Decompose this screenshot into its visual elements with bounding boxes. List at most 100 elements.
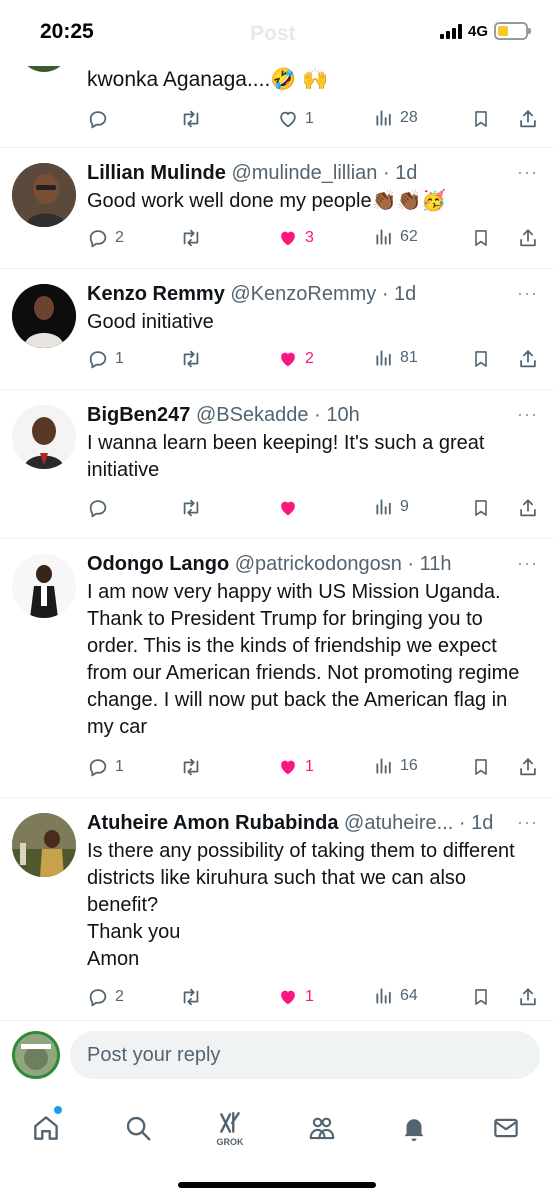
like-button[interactable] [277,497,305,519]
share-button[interactable] [517,108,539,130]
author-name[interactable]: Kenzo Remmy [87,283,225,305]
nav-notifications[interactable] [392,1106,436,1150]
reply-count: 2 [115,988,124,1005]
reply-button[interactable]: 2 [87,227,124,249]
views-count: 9 [400,498,409,515]
like-count: 3 [305,229,314,246]
bookmark-button[interactable] [471,756,491,778]
tweet[interactable]: ··· Odongo Lango @patrickodongosn · 11h … [0,539,554,798]
nav-search[interactable] [116,1106,160,1150]
bookmark-button[interactable] [471,227,491,249]
views-button[interactable]: 28 [374,108,418,128]
author-name[interactable]: BigBen247 [87,404,190,426]
reply-button[interactable] [87,108,109,130]
avatar[interactable] [12,163,76,227]
reply-count: 1 [115,350,124,367]
avatar[interactable] [12,284,76,348]
status-bar: 20:25 Post 4G [0,0,554,66]
search-icon [126,1116,151,1141]
bookmark-button[interactable] [471,108,491,130]
author-name[interactable]: Atuheire Amon Rubabinda [87,812,338,834]
retweet-button[interactable] [179,497,203,519]
like-button[interactable]: 1 [277,986,314,1008]
tweet-time: · 1d [458,812,494,834]
heart-icon [280,111,296,128]
bookmark-icon [475,111,487,127]
home-icon [34,1116,58,1140]
reply-button[interactable] [87,497,115,519]
retweet-button[interactable] [179,108,203,130]
share-button[interactable] [517,756,539,778]
share-button[interactable] [517,227,539,249]
heart-filled-icon [281,990,295,1005]
heart-filled-icon [281,231,295,246]
retweet-button[interactable] [179,986,203,1008]
tweet-time: · 1d [382,162,418,184]
header-title: Post [250,22,296,45]
bell-icon [404,1119,424,1142]
partial-tweet[interactable]: kwonka Aganaga....🤣 🙌 1 28 [0,42,554,148]
views-button[interactable]: 9 [374,497,409,517]
nav-messages[interactable] [484,1106,528,1150]
tweet-body: Lillian Mulinde @mulinde_lillian · 1d Go… [87,161,538,215]
avatar[interactable] [12,405,76,469]
avatar[interactable] [12,554,76,618]
views-button[interactable]: 64 [374,986,418,1006]
author-handle[interactable]: @patrickodongosn [235,553,402,575]
avatar-photo [12,284,76,348]
nav-communities[interactable] [300,1106,344,1150]
tweet[interactable]: ··· BigBen247 @BSekadde · 10h I wanna le… [0,390,554,539]
bookmark-icon [475,351,487,367]
like-button[interactable]: 1 [277,108,314,130]
retweet-button[interactable] [179,227,203,249]
tweet[interactable]: ··· Lillian Mulinde @mulinde_lillian · 1… [0,148,554,269]
tweet[interactable]: ··· Kenzo Remmy @KenzoRemmy · 1d Good in… [0,269,554,390]
retweet-button[interactable] [179,756,203,778]
like-button[interactable]: 3 [277,227,314,249]
tweet-actions: 1 28 [87,108,545,136]
tweet-body: Odongo Lango @patrickodongosn · 11h I am… [87,552,538,741]
reply-count: 2 [115,229,124,246]
tweet-header: BigBen247 @BSekadde · 10h [87,403,538,427]
views-count: 62 [400,228,418,245]
home-indicator [178,1182,376,1188]
battery-icon [494,22,531,40]
retweet-icon [183,758,199,776]
signal-icon [439,23,462,39]
author-handle[interactable]: @KenzoRemmy [230,283,376,305]
author-name[interactable]: Lillian Mulinde [87,162,226,184]
bookmark-button[interactable] [471,986,491,1008]
bookmark-button[interactable] [471,497,491,519]
tweet[interactable]: ··· Atuheire Amon Rubabinda @atuheire...… [0,798,554,1020]
views-button[interactable]: 81 [374,348,418,368]
share-button[interactable] [517,497,539,519]
reply-button[interactable]: 2 [87,986,124,1008]
retweet-button[interactable] [179,348,203,370]
author-handle[interactable]: @mulinde_lillian [231,162,377,184]
views-icon [376,110,391,126]
heart-filled-icon [281,760,295,775]
avatar-photo [12,554,76,618]
views-icon [376,350,391,366]
author-name[interactable]: Odongo Lango [87,553,229,575]
avatar[interactable] [12,813,76,877]
share-button[interactable] [517,348,539,370]
bookmark-button[interactable] [471,348,491,370]
nav-grok[interactable]: GROK [208,1106,252,1150]
like-button[interactable]: 2 [277,348,314,370]
views-button[interactable]: 16 [374,756,418,776]
reply-button[interactable]: 1 [87,756,124,778]
share-button[interactable] [517,986,539,1008]
author-handle[interactable]: @atuheire... [344,812,453,834]
nav-home[interactable] [24,1106,68,1150]
reply-input[interactable] [70,1031,540,1079]
views-button[interactable]: 62 [374,227,418,247]
views-count: 81 [400,349,418,366]
reply-button[interactable]: 1 [87,348,124,370]
communities-icon [309,1117,335,1140]
bottom-nav: GROK [0,1090,554,1200]
avatar[interactable] [12,1031,60,1079]
like-button[interactable]: 1 [277,756,314,778]
tweet-text: I am now very happy with US Mission Ugan… [87,581,520,738]
author-handle[interactable]: @BSekadde [196,404,309,426]
